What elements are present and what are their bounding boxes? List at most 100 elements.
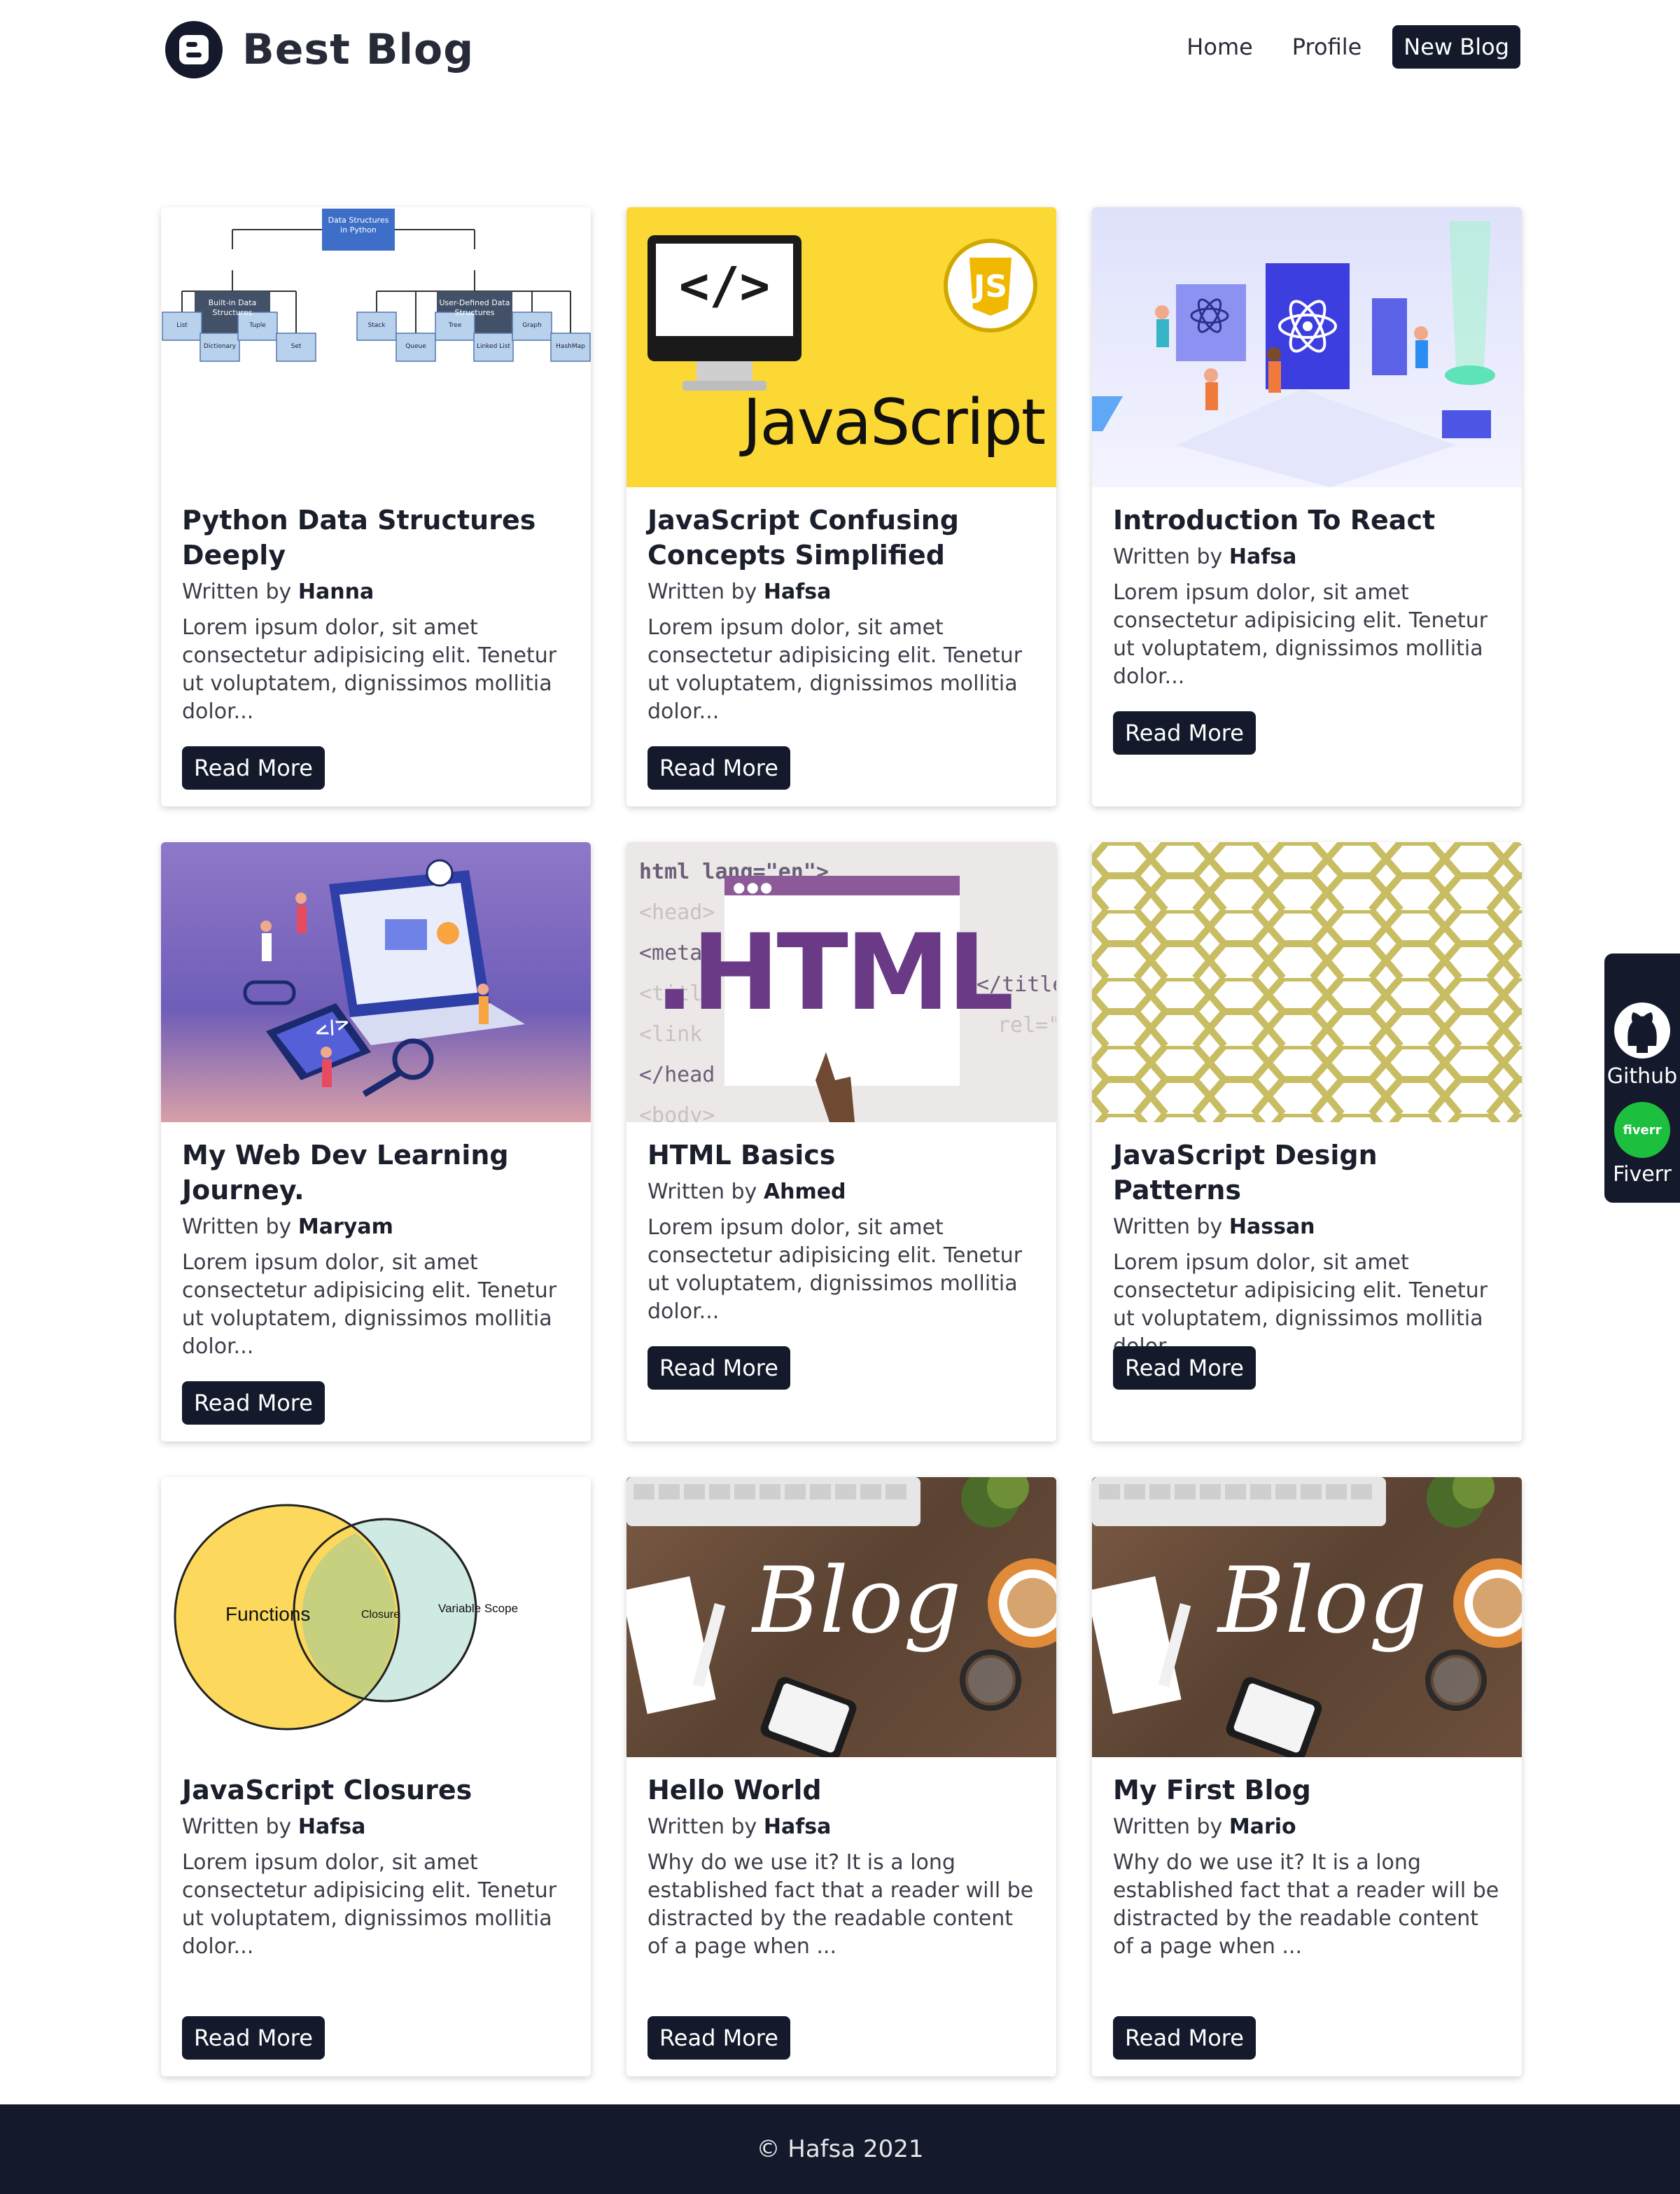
nav-profile[interactable]: Profile bbox=[1292, 34, 1362, 60]
card-author: Written by Ahmed bbox=[648, 1180, 846, 1204]
read-more-button[interactable]: Read More bbox=[182, 746, 325, 790]
diagram-leaf: List bbox=[176, 322, 188, 329]
card-title[interactable]: My Web Dev Learning Journey. bbox=[182, 1138, 570, 1208]
blog-thumbnail bbox=[1092, 207, 1522, 487]
card-title[interactable]: JavaScript Closures bbox=[182, 1773, 570, 1808]
card-title[interactable]: Introduction To React bbox=[1113, 503, 1501, 538]
venn-middle-label: Closure bbox=[361, 1609, 400, 1621]
blog-card: Functions Closure Variable Scope JavaScr… bbox=[161, 1477, 591, 2076]
card-excerpt: Why do we use it? It is a long establish… bbox=[1113, 1850, 1499, 1959]
card-author: Written by Hafsa bbox=[648, 580, 832, 604]
blog-card: html lang="en"> <head> <meta <titl <link… bbox=[626, 842, 1056, 1441]
diagram-leaf: Graph bbox=[522, 322, 542, 329]
card-title[interactable]: Python Data Structures Deeply bbox=[182, 503, 570, 573]
blog-card: Data Structures in Python Built-in Data … bbox=[161, 207, 591, 806]
author-name: Mario bbox=[1228, 1815, 1296, 1839]
blog-card: Introduction To React Written by Hafsa L… bbox=[1092, 207, 1522, 806]
author-name: Hafsa bbox=[298, 1815, 366, 1839]
blog-card: JavaScript Design Patterns Written by Ha… bbox=[1092, 842, 1522, 1441]
card-author: Written by Hassan bbox=[1113, 1215, 1315, 1239]
card-author: Written by Hafsa bbox=[648, 1815, 832, 1839]
diagram-leaf: HashMap bbox=[556, 343, 585, 350]
card-excerpt: Lorem ipsum dolor, sit amet consectetur … bbox=[182, 1850, 557, 1959]
card-excerpt: Lorem ipsum dolor, sit amet consectetur … bbox=[1113, 580, 1488, 689]
read-more-button[interactable]: Read More bbox=[648, 746, 790, 790]
blog-thumbnail: Blog bbox=[1092, 1477, 1522, 1757]
nav-home[interactable]: Home bbox=[1186, 34, 1253, 60]
card-excerpt: Lorem ipsum dolor, sit amet consectetur … bbox=[182, 1250, 557, 1359]
card-author: Written by Mario bbox=[1113, 1815, 1296, 1839]
blog-thumbnail bbox=[1092, 842, 1522, 1122]
card-excerpt: Lorem ipsum dolor, sit amet consectetur … bbox=[648, 1215, 1023, 1324]
read-more-button[interactable]: Read More bbox=[1113, 711, 1256, 755]
read-more-button[interactable]: Read More bbox=[648, 1346, 790, 1390]
card-title[interactable]: JavaScript Design Patterns bbox=[1113, 1138, 1501, 1208]
read-more-button[interactable]: Read More bbox=[182, 1381, 325, 1425]
code-line: </title bbox=[976, 972, 1056, 997]
diagram-leaf: Tuple bbox=[249, 322, 266, 329]
diagram-leaf: Queue bbox=[405, 343, 426, 350]
card-author: Written by Hanna bbox=[182, 580, 374, 604]
blogger-icon bbox=[165, 21, 223, 78]
blog-card: Blog My First Blog Written by Mario Why … bbox=[1092, 1477, 1522, 2076]
html-wordmark: .HTML bbox=[654, 912, 1014, 1034]
diagram-builtin-label: Built-in Data Structures bbox=[208, 298, 257, 317]
blog-card: Blog Hello World Written by Hafsa Why do… bbox=[626, 1477, 1056, 2076]
blog-thumbnail: html lang="en"> <head> <meta <titl <link… bbox=[626, 842, 1056, 1122]
js-badge: JS bbox=[974, 269, 1008, 305]
blog-thumbnail: Data Structures in Python Built-in Data … bbox=[161, 207, 591, 487]
card-excerpt: Lorem ipsum dolor, sit amet consectetur … bbox=[1113, 1250, 1488, 1359]
card-title[interactable]: Hello World bbox=[648, 1773, 1035, 1808]
social-sidebar: Github fiverr Fiverr bbox=[1604, 953, 1680, 1203]
site-footer: © Hafsa 2021 bbox=[0, 2104, 1680, 2194]
blog-card: </> JS JavaScript JavaScript Confusing C… bbox=[626, 207, 1056, 806]
diagram-leaf: Linked List bbox=[477, 343, 510, 350]
diagram-root-label: Data Structures in Python bbox=[328, 216, 389, 235]
brand-link[interactable]: Best Blog bbox=[165, 21, 474, 78]
code-symbol: </> bbox=[678, 256, 771, 315]
author-name: Hafsa bbox=[1228, 545, 1297, 569]
code-line: rel=" bbox=[997, 1013, 1056, 1037]
read-more-button[interactable]: Read More bbox=[1113, 1346, 1256, 1390]
main-nav: Home Profile New Blog bbox=[1147, 25, 1520, 69]
author-name: Hafsa bbox=[763, 1815, 832, 1839]
author-name: Ahmed bbox=[763, 1180, 846, 1204]
blog-script-word: Blog bbox=[1218, 1547, 1427, 1654]
diagram-userdefined-label: User-Defined Data Structures bbox=[439, 298, 510, 317]
blog-thumbnail: </> bbox=[161, 842, 591, 1122]
card-excerpt: Why do we use it? It is a long establish… bbox=[648, 1850, 1034, 1959]
footer-copyright: © Hafsa 2021 bbox=[756, 2135, 924, 2163]
card-author: Written by Hafsa bbox=[1113, 545, 1297, 569]
new-blog-button[interactable]: New Blog bbox=[1392, 25, 1520, 69]
author-name: Hassan bbox=[1228, 1215, 1315, 1239]
blog-card: </> My Web Dev Learning Journey. Written… bbox=[161, 842, 591, 1441]
fiverr-label: Fiverr bbox=[1613, 1162, 1672, 1187]
diagram-leaf: Set bbox=[290, 343, 302, 350]
javascript-wordmark: JavaScript bbox=[743, 386, 1046, 459]
card-author: Written by Maryam bbox=[182, 1215, 393, 1239]
blog-thumbnail: Blog bbox=[626, 1477, 1056, 1757]
site-header: Best Blog Home Profile New Blog bbox=[0, 0, 1680, 112]
card-excerpt: Lorem ipsum dolor, sit amet consectetur … bbox=[182, 615, 557, 724]
card-title[interactable]: JavaScript Confusing Concepts Simplified bbox=[648, 503, 1035, 573]
blog-thumbnail: Functions Closure Variable Scope bbox=[161, 1477, 591, 1757]
read-more-button[interactable]: Read More bbox=[1113, 2016, 1256, 2060]
blog-script-word: Blog bbox=[752, 1547, 962, 1654]
venn-left-label: Functions bbox=[225, 1603, 311, 1625]
fiverr-icon: fiverr bbox=[1614, 1102, 1670, 1158]
blog-grid: Data Structures in Python Built-in Data … bbox=[161, 207, 1522, 2076]
brand-title: Best Blog bbox=[242, 25, 475, 74]
card-excerpt: Lorem ipsum dolor, sit amet consectetur … bbox=[648, 615, 1023, 724]
author-name: Maryam bbox=[298, 1215, 393, 1239]
github-label: Github bbox=[1606, 1064, 1678, 1089]
card-title[interactable]: My First Blog bbox=[1113, 1773, 1501, 1808]
diagram-leaf: Tree bbox=[448, 322, 462, 329]
author-name: Hanna bbox=[298, 580, 374, 604]
read-more-button[interactable]: Read More bbox=[648, 2016, 790, 2060]
github-icon bbox=[1614, 1002, 1670, 1058]
venn-right-label: Variable Scope bbox=[438, 1602, 519, 1615]
read-more-button[interactable]: Read More bbox=[182, 2016, 325, 2060]
card-author: Written by Hafsa bbox=[182, 1815, 366, 1839]
card-title[interactable]: HTML Basics bbox=[648, 1138, 1035, 1173]
diagram-leaf: Stack bbox=[368, 322, 386, 329]
